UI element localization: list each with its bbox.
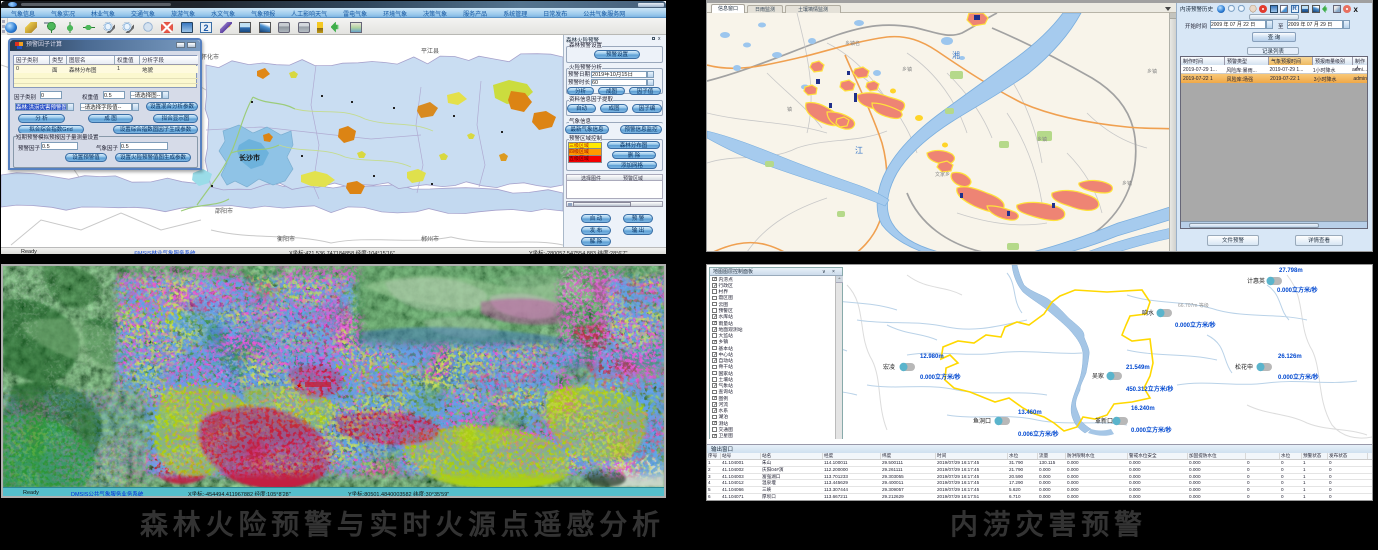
svg-text:66.707m 等级: 66.707m 等级	[1178, 302, 1209, 309]
svg-text:平江县: 平江县	[421, 48, 439, 55]
svg-text:乡镇: 乡镇	[902, 66, 912, 73]
svg-text:27.798m: 27.798m	[1279, 268, 1303, 274]
svg-text:0.000立方米/秒: 0.000立方米/秒	[1175, 321, 1216, 329]
svg-text:吴家: 吴家	[1092, 372, 1104, 380]
svg-text:湘: 湘	[952, 50, 960, 60]
svg-text:郴州市: 郴州市	[421, 235, 439, 243]
svg-text:12.980m: 12.980m	[920, 354, 944, 360]
svg-text:16.240m: 16.240m	[1131, 406, 1155, 412]
svg-text:松花申: 松花申	[1235, 363, 1253, 371]
svg-text:鱼洞口: 鱼洞口	[973, 417, 991, 425]
svg-text:宏凌: 宏凌	[883, 363, 895, 371]
svg-text:21.549m: 21.549m	[1126, 365, 1150, 371]
svg-text:江: 江	[855, 146, 863, 155]
svg-text:计惠英: 计惠英	[1247, 277, 1265, 285]
svg-text:450.312立方米/秒: 450.312立方米/秒	[1126, 385, 1173, 393]
svg-text:0.000立方米/秒: 0.000立方米/秒	[1277, 286, 1318, 294]
svg-text:镇: 镇	[787, 106, 792, 113]
svg-text:乡镇名: 乡镇名	[845, 40, 860, 47]
svg-text:革新口: 革新口	[1095, 417, 1113, 425]
svg-text:乡镇: 乡镇	[1147, 68, 1157, 75]
svg-text:0.000立方米/秒: 0.000立方米/秒	[1278, 373, 1319, 381]
svg-text:0.000立方米/秒: 0.000立方米/秒	[920, 373, 961, 381]
svg-text:乡镇: 乡镇	[1122, 180, 1132, 187]
svg-text:13.460m: 13.460m	[1018, 410, 1042, 416]
svg-text:乡镇: 乡镇	[1037, 136, 1047, 143]
svg-text:邵阳市: 邵阳市	[215, 207, 233, 215]
svg-text:怀化市: 怀化市	[201, 53, 219, 61]
svg-text:衡阳市: 衡阳市	[277, 235, 295, 243]
svg-text:长沙市: 长沙市	[239, 153, 260, 162]
svg-text:26.126m: 26.126m	[1278, 354, 1302, 360]
svg-text:0.006立方米/秒: 0.006立方米/秒	[1018, 430, 1059, 438]
svg-text:响水: 响水	[1142, 309, 1154, 317]
svg-text:0.000立方米/秒: 0.000立方米/秒	[1131, 426, 1172, 434]
svg-text:文家乡: 文家乡	[935, 171, 950, 178]
